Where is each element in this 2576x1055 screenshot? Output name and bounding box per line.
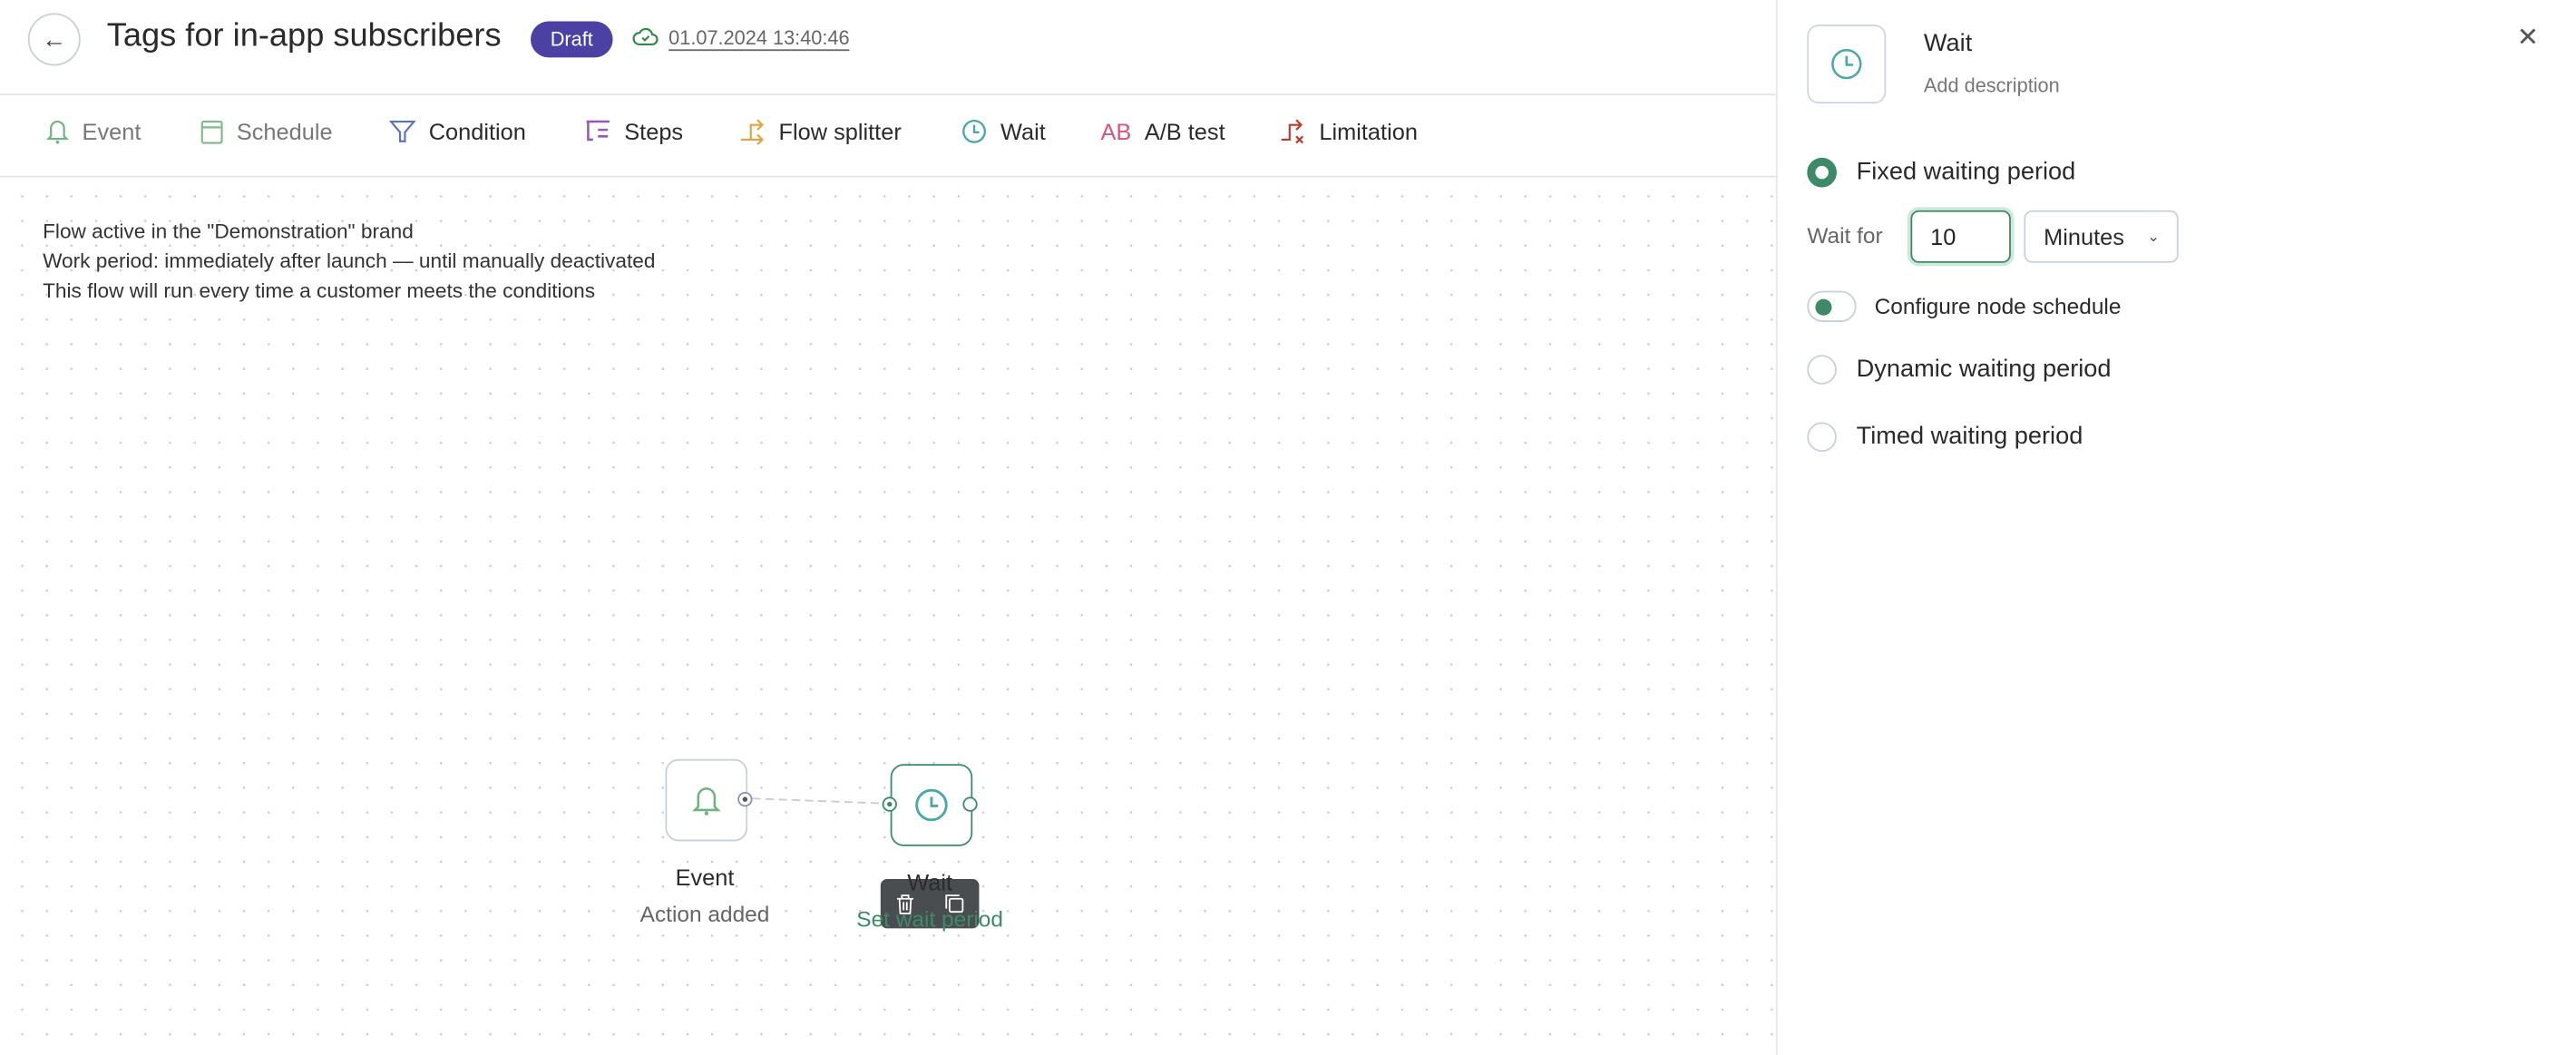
tool-limitation[interactable]: Limitation: [1280, 118, 1418, 144]
radio-timed-waiting-period[interactable]: [1807, 422, 1837, 453]
chevron-down-icon: ⌄: [2147, 227, 2160, 244]
tool-wait[interactable]: Wait: [961, 118, 1046, 144]
back-button[interactable]: ←: [27, 13, 81, 66]
event-node-subtitle: Action added: [639, 902, 770, 927]
fixed-waiting-period-label[interactable]: Fixed waiting period: [1857, 158, 2076, 186]
funnel-icon: [389, 120, 416, 142]
tool-event[interactable]: Event: [45, 118, 141, 144]
wait-node-title: Wait: [907, 869, 953, 896]
ab-icon: AB: [1100, 118, 1132, 145]
wait-output-port[interactable]: [962, 796, 978, 812]
node-toolbar: Event Schedule Condition Steps Flow spli…: [0, 95, 1776, 178]
tool-schedule[interactable]: Schedule: [200, 118, 333, 144]
clock-icon: [1831, 48, 1862, 80]
wait-input-port[interactable]: [882, 796, 897, 812]
event-output-port[interactable]: [737, 791, 753, 807]
tool-condition[interactable]: Condition: [389, 118, 526, 144]
event-node[interactable]: [665, 758, 748, 842]
close-icon[interactable]: ✕: [2517, 22, 2539, 54]
event-node-title: Event: [675, 864, 735, 891]
steps-icon: [586, 120, 610, 142]
add-description-link[interactable]: Add description: [1924, 74, 2060, 97]
configure-schedule-label: Configure node schedule: [1874, 294, 2122, 319]
timed-waiting-period-label[interactable]: Timed waiting period: [1857, 422, 2083, 450]
status-badge: Draft: [531, 21, 613, 58]
tool-steps[interactable]: Steps: [585, 118, 683, 144]
wait-value-input[interactable]: [1910, 210, 2011, 263]
clock-icon: [962, 119, 986, 143]
calendar-icon: [200, 120, 223, 144]
node-icon-box: [1807, 24, 1887, 104]
panel-title[interactable]: Wait: [1924, 30, 1972, 58]
limit-icon: [1281, 119, 1304, 144]
tool-ab-test[interactable]: AB A/B test: [1101, 118, 1225, 144]
tool-flow-splitter[interactable]: Flow splitter: [739, 118, 902, 145]
clock-icon: [915, 788, 948, 822]
wait-for-label: Wait for: [1807, 223, 1883, 249]
arrow-left-icon: ←: [42, 25, 67, 54]
wait-unit-select[interactable]: Minutes ⌄: [2024, 210, 2179, 263]
bell-icon: [45, 121, 69, 144]
split-icon: [740, 119, 764, 145]
header: ← Tags for in-app subscribers Draft 01.0…: [0, 0, 1776, 96]
node-settings-panel: Wait Add description ✕ Fixed waiting per…: [1775, 0, 2576, 1055]
wait-node-subtitle[interactable]: Set wait period: [798, 907, 1061, 932]
page-title: Tags for in-app subscribers: [106, 17, 502, 54]
bell-icon: [692, 787, 721, 816]
wait-node[interactable]: [890, 764, 973, 846]
radio-fixed-waiting-period[interactable]: [1807, 157, 1837, 188]
configure-schedule-toggle[interactable]: [1807, 290, 1857, 322]
flow-canvas[interactable]: Flow active in the "Demonstration" brand…: [0, 177, 1776, 1055]
saved-timestamp-link[interactable]: 01.07.2024 13:40:46: [668, 26, 850, 52]
dynamic-waiting-period-label[interactable]: Dynamic waiting period: [1857, 355, 2112, 383]
cloud-check-icon: [632, 27, 659, 45]
radio-dynamic-waiting-period[interactable]: [1807, 355, 1837, 385]
